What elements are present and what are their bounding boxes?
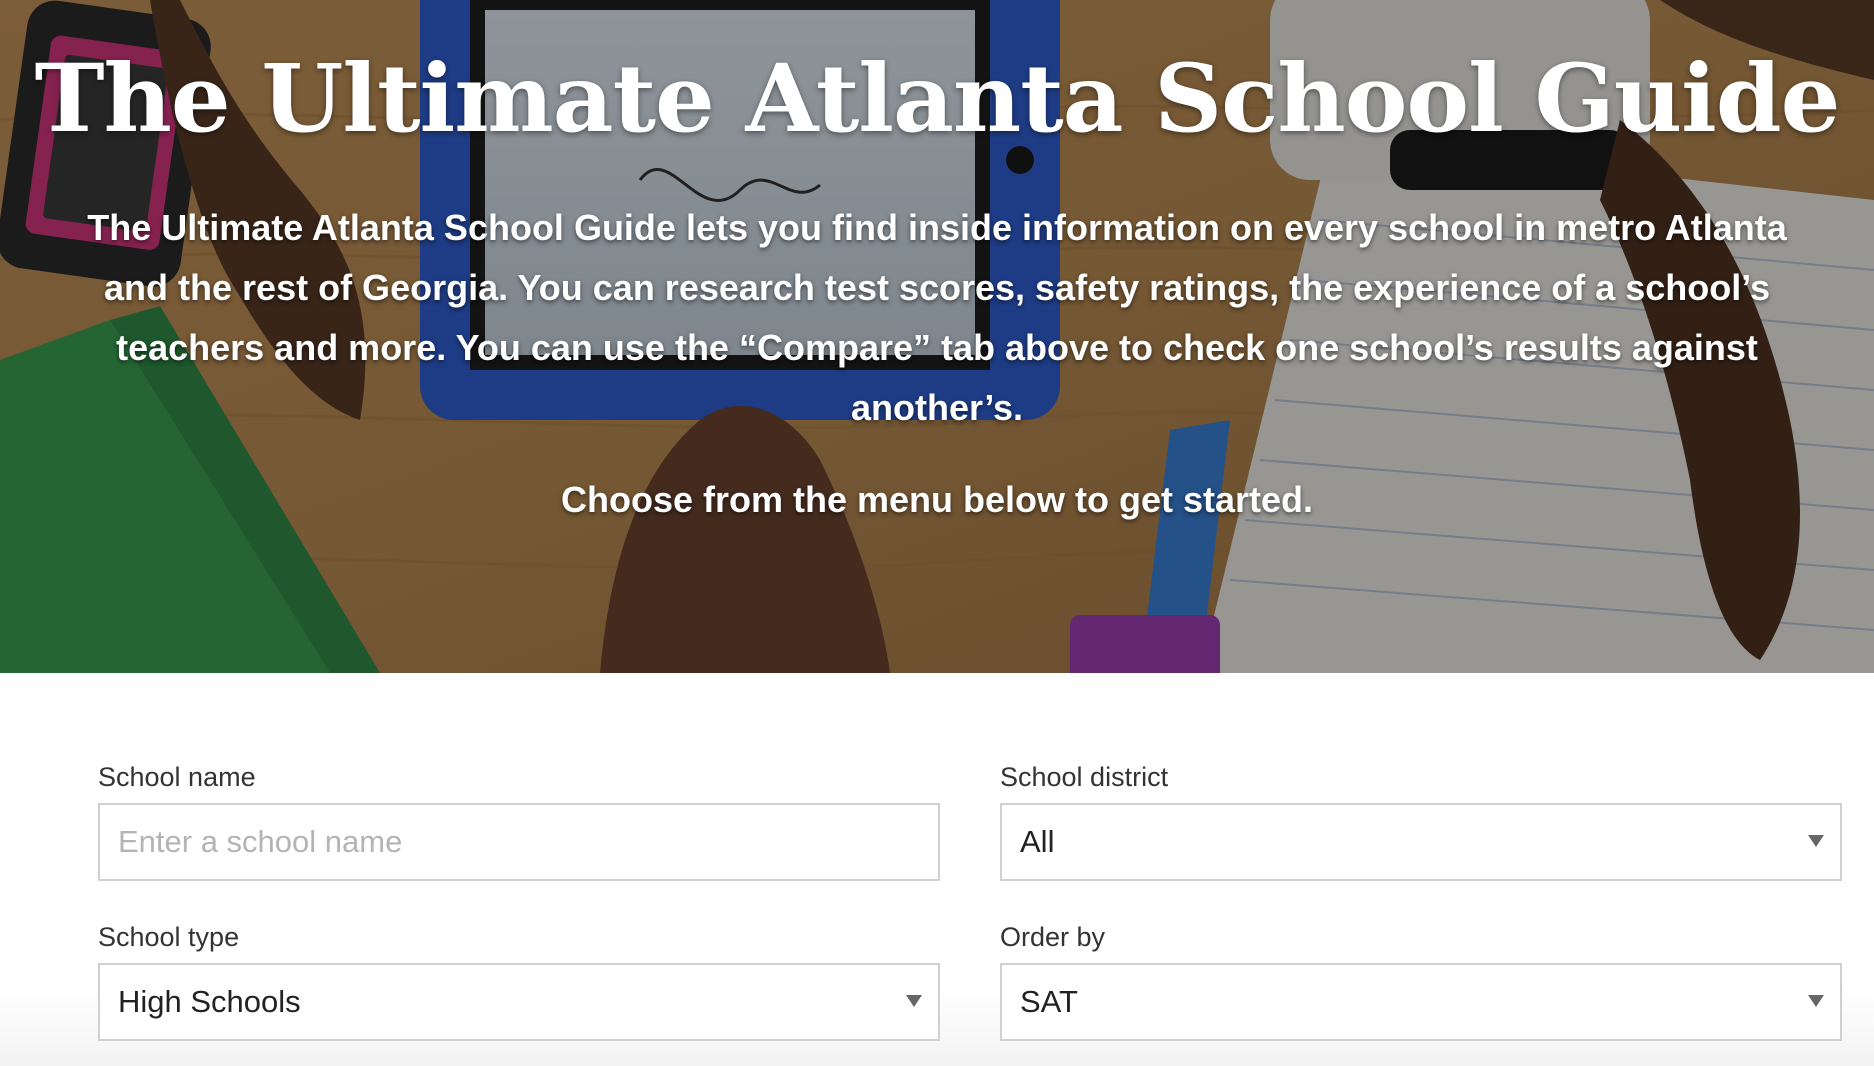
caret-down-icon bbox=[1808, 835, 1824, 847]
caret-down-icon bbox=[906, 995, 922, 1007]
order-by-field: Order by SAT bbox=[1000, 921, 1842, 1041]
school-district-select[interactable]: All bbox=[1000, 803, 1842, 881]
school-search-form: School name School district All School t… bbox=[0, 673, 1874, 1066]
hero-banner: The Ultimate Atlanta School Guide The Ul… bbox=[0, 0, 1874, 673]
school-district-field: School district All bbox=[1000, 761, 1842, 881]
school-type-label: School type bbox=[98, 922, 240, 952]
school-type-select[interactable]: High Schools bbox=[98, 963, 940, 1041]
page-title: The Ultimate Atlanta School Guide bbox=[34, 44, 1841, 154]
hero-call-to-action: Choose from the menu below to get starte… bbox=[560, 479, 1314, 520]
hero-content: The Ultimate Atlanta School Guide The Ul… bbox=[0, 0, 1874, 530]
school-name-label: School name bbox=[98, 762, 256, 792]
school-type-field: School type High Schools bbox=[98, 921, 940, 1041]
school-district-value: All bbox=[1020, 824, 1055, 859]
order-by-value: SAT bbox=[1020, 984, 1078, 1019]
school-name-input[interactable] bbox=[100, 805, 938, 879]
order-by-label: Order by bbox=[1000, 922, 1106, 952]
caret-down-icon bbox=[1808, 995, 1824, 1007]
school-name-field: School name bbox=[98, 761, 940, 881]
hero-description: The Ultimate Atlanta School Guide lets y… bbox=[87, 207, 1787, 428]
school-type-value: High Schools bbox=[118, 984, 301, 1019]
school-name-box bbox=[98, 803, 940, 881]
school-district-label: School district bbox=[1000, 762, 1169, 792]
order-by-select[interactable]: SAT bbox=[1000, 963, 1842, 1041]
